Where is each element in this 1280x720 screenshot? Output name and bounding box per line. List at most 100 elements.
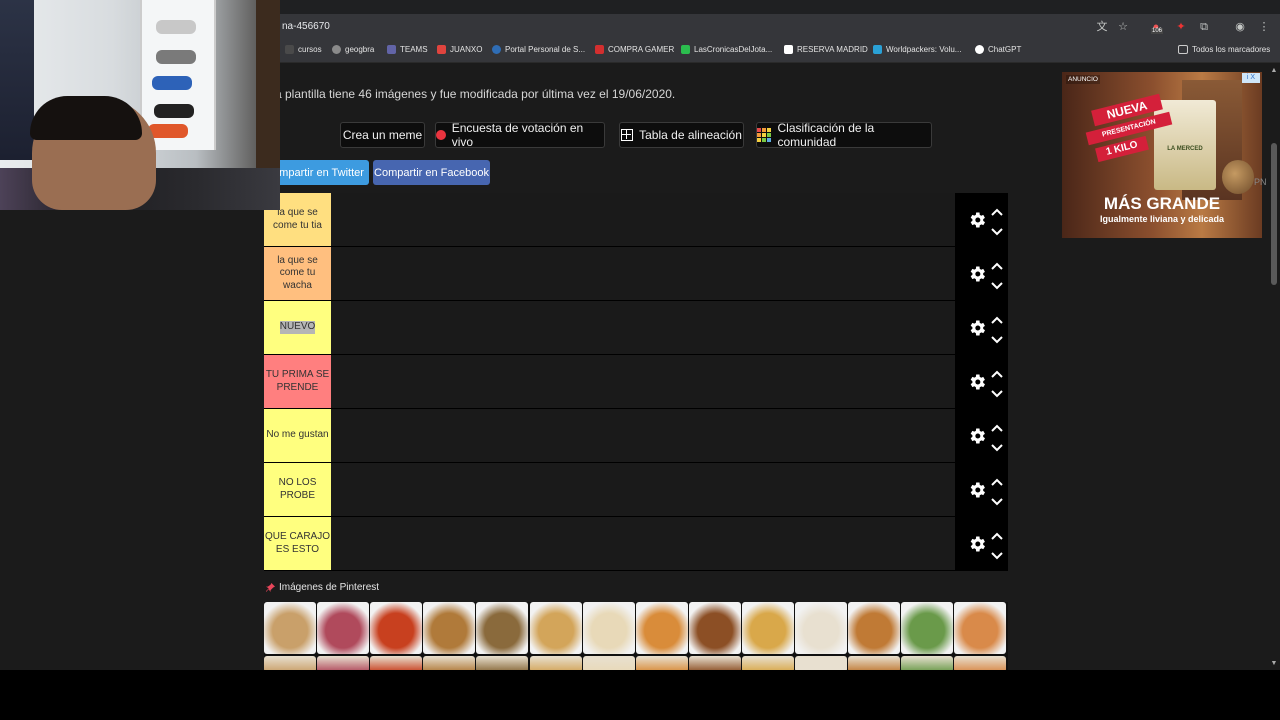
bookmark-teams[interactable]: TEAMS [387, 45, 428, 54]
tier-items-dropzone[interactable] [331, 247, 955, 300]
live-poll-button[interactable]: Encuesta de votación en vivo [435, 121, 605, 149]
bookmark-juanxo[interactable]: JUANXO [437, 45, 482, 54]
bookmark-extension-icon[interactable]: ✦ [1174, 20, 1188, 34]
bookmark-cursos[interactable]: cursos [285, 45, 322, 54]
tier-items-dropzone[interactable] [331, 355, 955, 408]
pinterest-thumbnail[interactable] [954, 656, 1007, 670]
tier-controls [955, 463, 1008, 516]
gear-icon[interactable] [967, 210, 987, 230]
puzzle-icon[interactable]: ⧉ [1197, 20, 1211, 34]
pinterest-thumbnail[interactable] [476, 656, 529, 670]
tier-items-dropzone[interactable] [331, 517, 955, 570]
chevron-up-icon[interactable] [991, 366, 1003, 378]
pinterest-thumbnail[interactable] [317, 656, 370, 670]
record-dot-icon [436, 130, 446, 140]
pinterest-thumbnail-pastry[interactable] [741, 602, 794, 654]
scroll-down-icon[interactable]: ▼ [1270, 660, 1278, 668]
bookmark-chatgpt[interactable]: ChatGPT [975, 45, 1021, 54]
chevron-down-icon[interactable] [991, 224, 1003, 236]
make-meme-button[interactable]: Crea un meme [340, 122, 425, 148]
pinterest-thumbnail[interactable] [370, 656, 423, 670]
chevron-down-icon[interactable] [991, 386, 1003, 398]
pinterest-thumbnail[interactable] [901, 656, 954, 670]
gear-icon[interactable] [967, 318, 987, 338]
bookmark-lascronicas[interactable]: LasCronicasDelJota... [681, 45, 772, 54]
portal-icon [492, 45, 501, 54]
scroll-thumb[interactable] [1271, 143, 1277, 285]
chevron-up-icon[interactable] [991, 528, 1003, 540]
gear-icon[interactable] [967, 426, 987, 446]
tier-row: NO LOS PROBE [264, 463, 1008, 517]
pinterest-thumbnail-donut-balls[interactable] [688, 602, 741, 654]
pinterest-thumbnail[interactable] [582, 656, 635, 670]
menu-kebab-icon[interactable]: ⋮ [1257, 20, 1271, 34]
pinterest-thumbnail[interactable] [688, 656, 741, 670]
pinterest-thumbnail[interactable] [529, 656, 582, 670]
pinterest-thumbnail[interactable] [635, 656, 688, 670]
pinterest-thumbnail[interactable] [848, 656, 901, 670]
tier-items-dropzone[interactable] [331, 301, 955, 354]
ad-choices-close-icon[interactable]: i X [1242, 73, 1260, 83]
tier-label[interactable]: No me gustan [264, 409, 331, 462]
chevron-up-icon[interactable] [991, 312, 1003, 324]
pinterest-thumbnail-empanadas[interactable] [423, 602, 476, 654]
chevron-down-icon[interactable] [991, 332, 1003, 344]
worldpackers-icon [873, 45, 882, 54]
pinterest-thumbnail-cold-cuts[interactable] [317, 602, 370, 654]
bookmark-portal[interactable]: Portal Personal de S... [492, 45, 585, 54]
chevron-up-icon[interactable] [991, 204, 1003, 216]
tier-label[interactable]: TU PRIMA SE PRENDE [264, 355, 331, 408]
gear-icon[interactable] [967, 534, 987, 554]
pinterest-thumbnail-sandwich[interactable] [264, 602, 316, 654]
pinterest-thumbnail-pound-cake[interactable] [635, 602, 688, 654]
gear-icon[interactable] [967, 372, 987, 392]
pinterest-thumbnail-croissants[interactable] [529, 602, 582, 654]
bookmark-reserva-madrid[interactable]: RESERVA MADRID [784, 45, 868, 54]
tier-label[interactable]: NO LOS PROBE [264, 463, 331, 516]
pinterest-thumbnail[interactable] [741, 656, 794, 670]
chevron-down-icon[interactable] [991, 548, 1003, 560]
chevron-up-icon[interactable] [991, 420, 1003, 432]
tier-items-dropzone[interactable] [331, 463, 955, 516]
share-facebook-button[interactable]: Compartir en Facebook [373, 160, 490, 185]
chevron-down-icon[interactable] [991, 440, 1003, 452]
translate-icon[interactable]: 文 [1095, 20, 1109, 34]
tier-label[interactable]: NUEVO [264, 301, 331, 354]
chevron-down-icon[interactable] [991, 278, 1003, 290]
tier-items-dropzone[interactable] [331, 193, 955, 246]
community-ranking-button[interactable]: Clasificación de la comunidad [756, 121, 932, 149]
tier-items-dropzone[interactable] [331, 409, 955, 462]
all-bookmarks[interactable]: Todos los marcadores [1178, 45, 1270, 54]
pinterest-thumbnail-cake-slice[interactable] [582, 602, 635, 654]
pinterest-thumbnail-pizza[interactable] [370, 602, 423, 654]
compragamer-icon [595, 45, 604, 54]
bookmark-geogbra[interactable]: geogbra [332, 45, 374, 54]
chevron-up-icon[interactable] [991, 474, 1003, 486]
bookmark-worldpackers[interactable]: Worldpackers: Volu... [873, 45, 961, 54]
pinterest-thumbnail-pancakes[interactable] [954, 602, 1007, 654]
pinterest-thumbnail[interactable] [423, 656, 476, 670]
tier-label[interactable]: la que se come tu wacha [264, 247, 331, 300]
scroll-up-icon[interactable]: ▲ [1270, 67, 1278, 75]
chevron-up-icon[interactable] [991, 258, 1003, 270]
star-icon[interactable]: ☆ [1116, 20, 1130, 34]
pinterest-thumbnail-alfajores[interactable] [795, 602, 847, 654]
gear-icon[interactable] [967, 480, 987, 500]
tier-controls [955, 409, 1008, 462]
pinterest-thumbnail-sushi[interactable] [901, 602, 954, 654]
pinterest-thumbnail[interactable] [795, 656, 847, 670]
profile-icon[interactable]: ◉ [1233, 20, 1247, 34]
pinterest-thumbnail-milanesa[interactable] [476, 602, 529, 654]
advertisement[interactable]: LA MERCED NUEVA PRESENTACIÓN 1 KILO MÁS … [1062, 72, 1262, 238]
tier-label[interactable]: QUE CARAJO ES ESTO [264, 517, 331, 570]
alignment-chart-button[interactable]: Tabla de alineación [619, 122, 744, 148]
bookmark-compra-gamer[interactable]: COMPRA GAMER [595, 45, 674, 54]
share-twitter-button[interactable]: ompartir en Twitter [268, 160, 369, 185]
chevron-down-icon[interactable] [991, 494, 1003, 506]
scrollbar[interactable]: ▲ ▼ [1268, 63, 1280, 670]
pinterest-thumbnail-churros[interactable] [848, 602, 901, 654]
pinterest-thumbnail[interactable] [264, 656, 316, 670]
pushpin-icon [266, 583, 275, 592]
gear-icon[interactable] [967, 264, 987, 284]
url-text[interactable]: na-456670 [282, 21, 330, 32]
